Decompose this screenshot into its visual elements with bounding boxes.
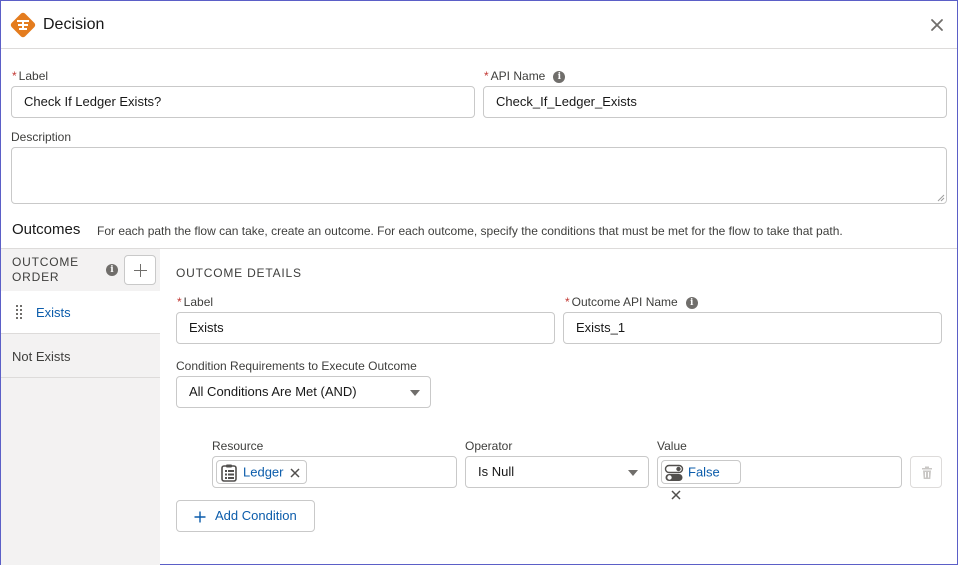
boolean-toggle-icon — [664, 464, 684, 481]
resource-label: Resource — [212, 439, 264, 453]
resource-pill-label: Ledger — [243, 464, 284, 480]
add-icon — [194, 511, 206, 523]
outcome-label-field-label: * Label — [177, 295, 214, 309]
dialog-header: Decision — [1, 1, 957, 49]
decision-dialog: Decision * Label Check If Ledger Exists? … — [0, 0, 958, 565]
condition-requirements-select[interactable]: All Conditions Are Met (AND) — [176, 376, 431, 408]
value-input[interactable]: False — [657, 456, 902, 500]
resource-pill[interactable]: Ledger — [216, 460, 307, 484]
value-pill-label: False — [688, 464, 720, 480]
description-label: Description — [11, 130, 72, 144]
info-icon[interactable]: i — [553, 70, 566, 83]
record-collection-icon — [221, 464, 237, 482]
info-icon[interactable]: i — [106, 264, 118, 276]
operator-select[interactable]: Is Null — [465, 456, 649, 488]
add-condition-button[interactable]: Add Condition — [176, 500, 315, 532]
remove-icon[interactable] — [670, 489, 682, 501]
add-outcome-button[interactable] — [124, 255, 156, 285]
outcomes-title: Outcomes — [12, 221, 81, 238]
outcome-api-name-field-label: * Outcome API Name i — [565, 295, 698, 309]
description-textarea[interactable] — [11, 147, 947, 204]
label-input[interactable]: Check If Ledger Exists? — [11, 86, 475, 118]
outcome-order-header: OUTCOME ORDER — [12, 255, 79, 284]
operator-value: Is Null — [478, 464, 515, 479]
drag-handle-icon[interactable] — [16, 305, 24, 319]
trash-icon — [922, 466, 932, 479]
outcome-item-label: Exists — [36, 305, 71, 320]
value-label: Value — [657, 439, 687, 453]
resize-handle-icon[interactable] — [937, 194, 945, 202]
condition-requirements-value: All Conditions Are Met (AND) — [189, 384, 357, 399]
delete-condition-button[interactable] — [910, 456, 942, 488]
add-condition-label: Add Condition — [215, 508, 297, 523]
outcome-item-exists[interactable]: Exists — [1, 291, 160, 334]
outcome-api-name-input[interactable]: Exists_1 — [563, 312, 942, 344]
chevron-down-icon — [628, 470, 638, 476]
resource-input[interactable]: Ledger — [212, 456, 457, 488]
condition-requirements-label: Condition Requirements to Execute Outcom… — [176, 359, 417, 373]
remove-icon[interactable] — [289, 467, 301, 479]
outcome-label-input[interactable]: Exists — [176, 312, 555, 344]
close-icon[interactable] — [927, 15, 947, 35]
outcome-details-header: OUTCOME DETAILS — [176, 266, 302, 280]
outcome-order-panel: OUTCOME ORDER i Exists Not Exists — [1, 249, 160, 565]
outcome-item-not-exists[interactable]: Not Exists — [1, 335, 160, 378]
api-name-field-label: * API Name i — [484, 69, 566, 83]
value-pill[interactable]: False — [661, 460, 741, 500]
info-icon[interactable]: i — [685, 296, 698, 309]
operator-label: Operator — [465, 439, 513, 453]
chevron-down-icon — [410, 390, 420, 396]
decision-icon — [10, 12, 36, 38]
label-field-label: * Label — [12, 69, 49, 83]
outcome-item-label: Not Exists — [12, 349, 71, 364]
api-name-input[interactable]: Check_If_Ledger_Exists — [483, 86, 947, 118]
dialog-title: Decision — [43, 16, 105, 33]
outcomes-description: For each path the flow can take, create … — [97, 224, 843, 238]
